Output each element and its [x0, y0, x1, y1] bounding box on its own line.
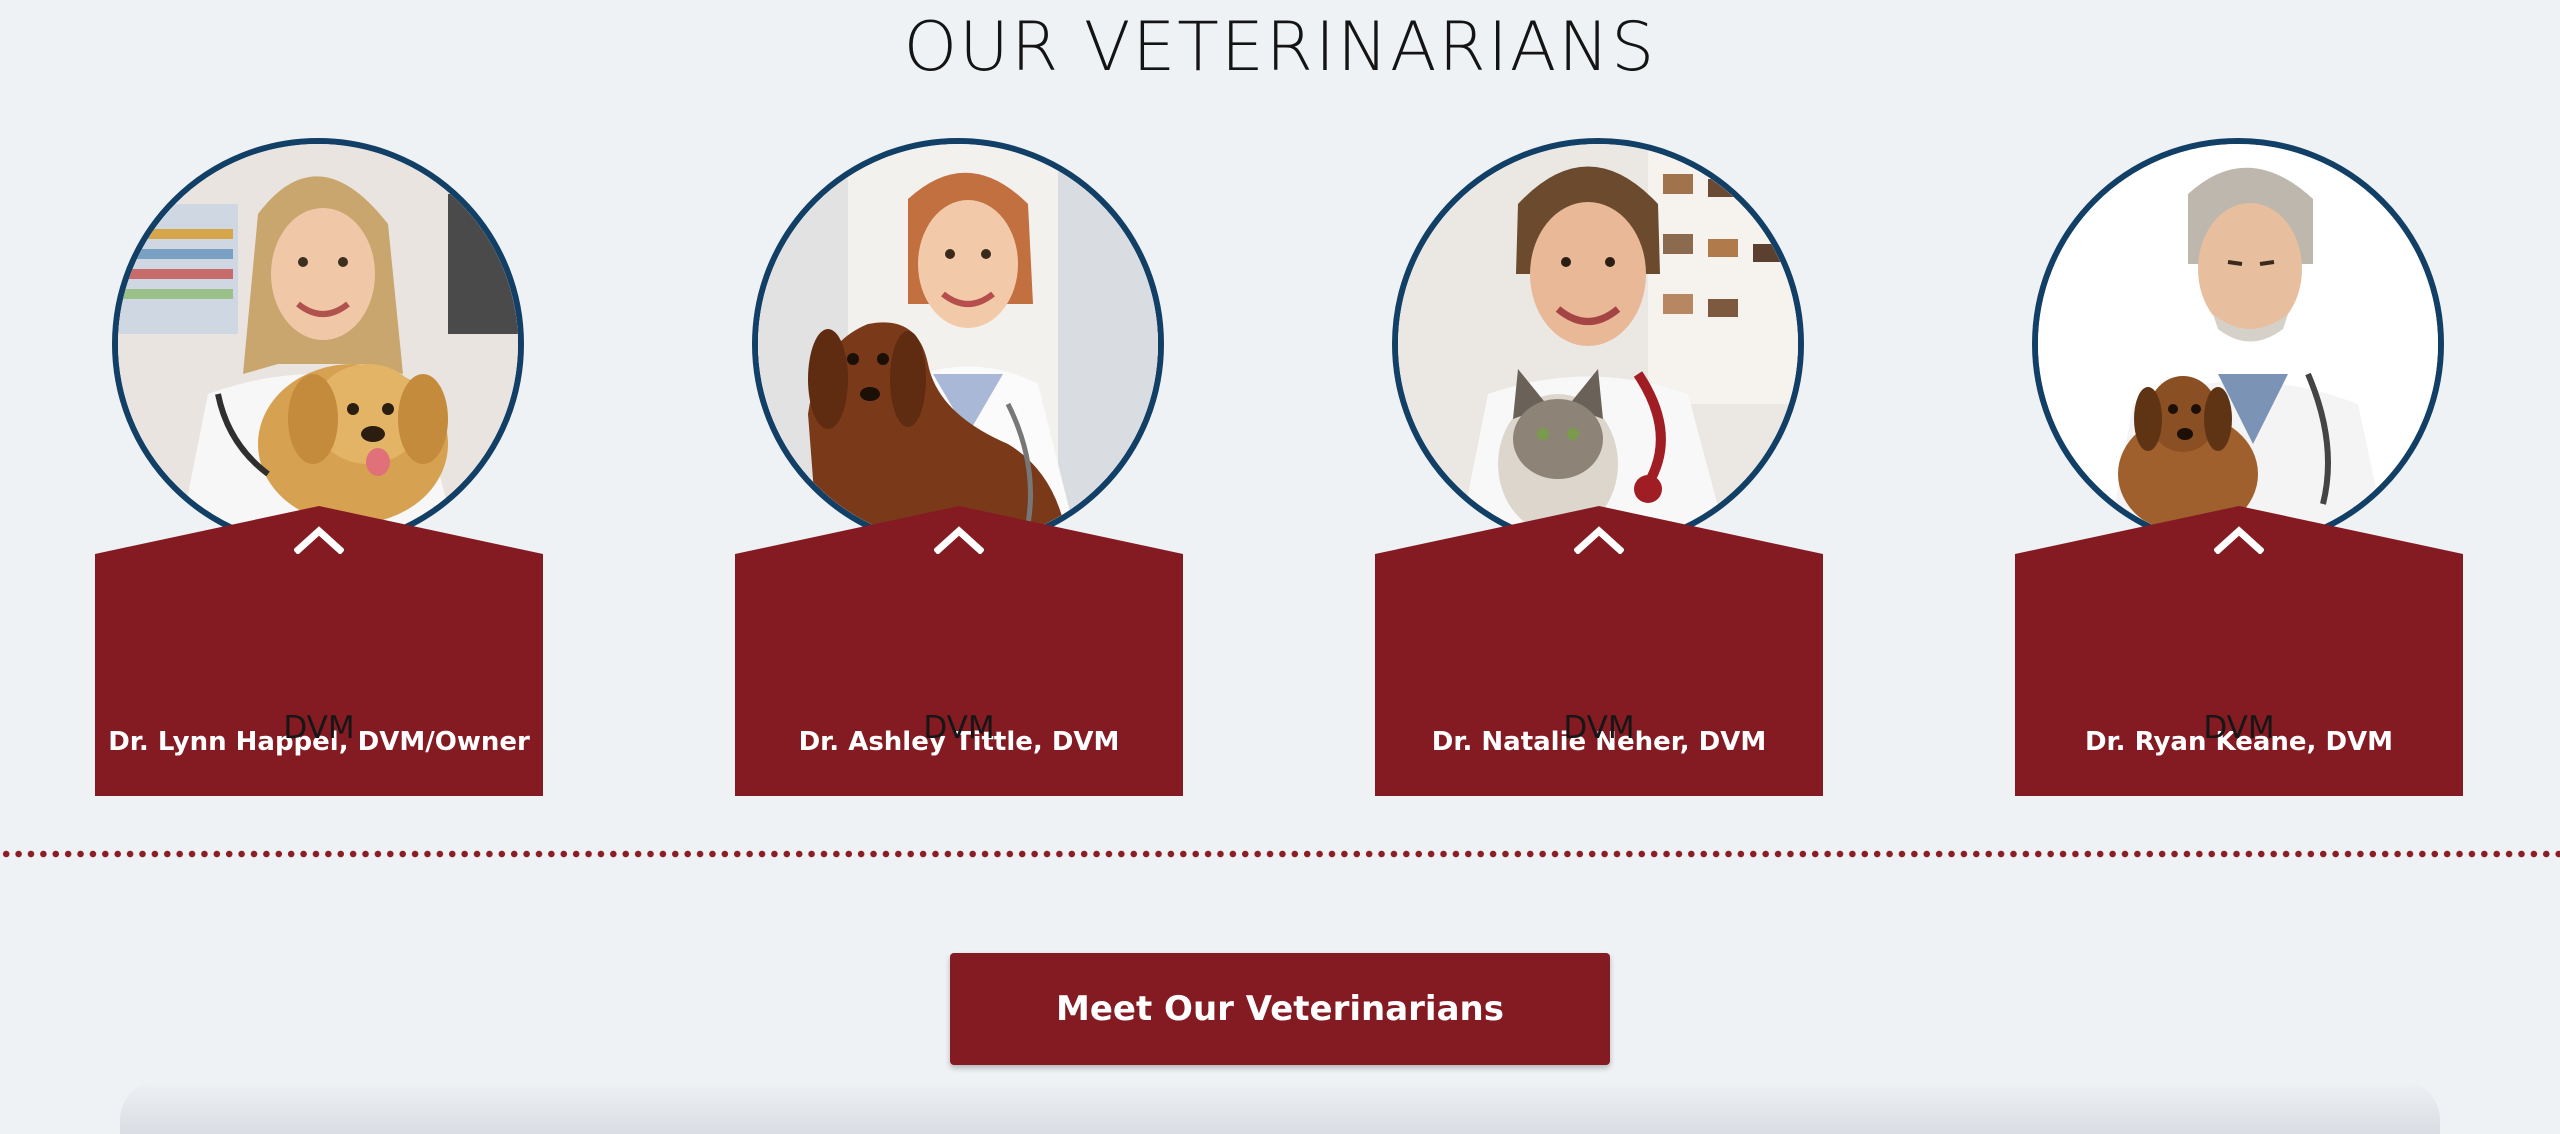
chevron-up-icon[interactable] [934, 526, 984, 554]
vet-credential: DVM [923, 710, 995, 746]
footer-shadow [120, 1080, 2440, 1134]
chevron-up-icon[interactable] [294, 526, 344, 554]
vet-credential: DVM [1563, 710, 1635, 746]
vet-credential: DVM [2203, 710, 2275, 746]
vet-photo[interactable] [2032, 138, 2444, 550]
name-plate[interactable]: Dr. Ashley Tittle, DVM [735, 506, 1183, 796]
vet-with-golden-puppy-image [118, 144, 518, 544]
vet-credential: DVM [283, 710, 355, 746]
vet-card[interactable]: Dr. Natalie Neher, DVM DVM [1375, 138, 1825, 796]
name-plate[interactable]: Dr. Natalie Neher, DVM [1375, 506, 1823, 796]
vet-photo[interactable] [752, 138, 1164, 550]
vet-with-dachshund-image [758, 144, 1158, 544]
vet-with-small-dog-image [2038, 144, 2438, 544]
meet-our-veterinarians-button[interactable]: Meet Our Veterinarians [950, 953, 1610, 1065]
name-plate[interactable]: Dr. Ryan Keane, DVM [2015, 506, 2463, 796]
vet-card[interactable]: Dr. Lynn Happel, DVM/Owner DVM [95, 138, 545, 796]
vet-card[interactable]: Dr. Ryan Keane, DVM DVM [2015, 138, 2465, 796]
section-title: OUR VETERINARIANS [903, 8, 1657, 87]
chevron-up-icon[interactable] [1574, 526, 1624, 554]
vet-photo[interactable] [1392, 138, 1804, 550]
chevron-up-icon[interactable] [2214, 526, 2264, 554]
name-plate[interactable]: Dr. Lynn Happel, DVM/Owner [95, 506, 543, 796]
vet-photo[interactable] [112, 138, 524, 550]
vet-with-tabby-cat-image [1398, 144, 1798, 544]
dotted-divider [0, 850, 2560, 858]
vet-card[interactable]: Dr. Ashley Tittle, DVM DVM [735, 138, 1185, 796]
